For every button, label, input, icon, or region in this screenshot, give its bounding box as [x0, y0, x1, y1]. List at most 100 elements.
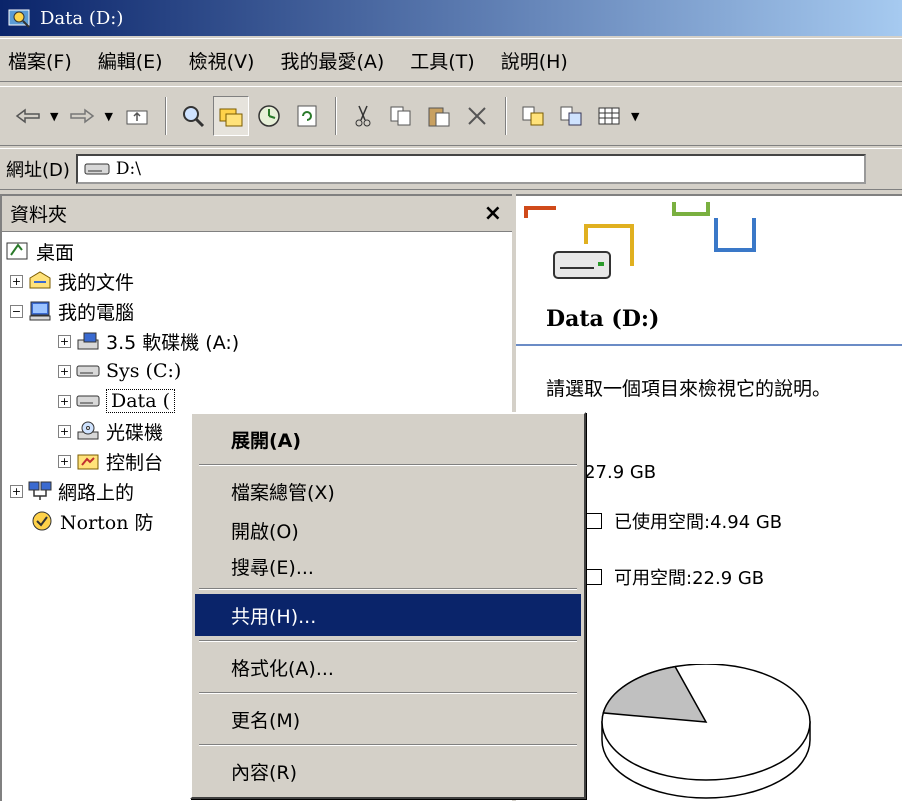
menu-item-explore[interactable]: 檔案總管(X) — [195, 470, 581, 512]
explorer-window-icon — [8, 7, 32, 29]
folders-pane-title: 資料夾 — [10, 204, 68, 226]
drive-title: Data (D:) — [546, 306, 660, 332]
move-to-icon — [522, 106, 544, 126]
menu-item-sharing[interactable]: 共用(H)... — [195, 594, 581, 636]
address-input[interactable]: D:\ — [75, 154, 866, 184]
forward-button[interactable] — [64, 96, 100, 136]
window-title: Data (D:) — [40, 7, 124, 29]
menu-separator — [199, 588, 577, 590]
toolbar-separator — [334, 97, 337, 135]
views-dropdown-icon[interactable]: ▼ — [631, 110, 639, 123]
views-button[interactable] — [591, 96, 627, 136]
tree-item-cdrom[interactable]: + 光碟機 — [58, 416, 163, 446]
copy-icon — [390, 106, 411, 126]
free-space-legend: 可用空間:22.9 GB — [586, 564, 764, 590]
search-button[interactable] — [175, 96, 211, 136]
folders-icon — [219, 108, 243, 127]
toolbar: ▼ ▼ ▼ — [0, 86, 902, 146]
expand-icon[interactable]: + — [58, 424, 71, 438]
used-space-text: 已使用空間:4.94 GB — [614, 512, 783, 533]
cut-icon — [355, 105, 371, 127]
menu-help[interactable]: 說明(H) — [501, 47, 568, 74]
menu-separator — [199, 692, 577, 694]
menu-item-properties[interactable]: 內容(R) — [195, 750, 581, 792]
tree-item-label: 桌面 — [36, 241, 75, 264]
cd-drive-icon — [77, 421, 99, 440]
delete-icon — [468, 107, 486, 125]
back-dropdown-icon[interactable]: ▼ — [50, 110, 58, 123]
collapse-icon[interactable]: − — [10, 304, 23, 318]
control-panel-icon — [77, 454, 99, 470]
my-computer-icon — [29, 301, 51, 321]
menu-item-expand[interactable]: 展開(A) — [195, 418, 581, 460]
up-folder-icon — [126, 110, 148, 125]
drive-icon — [84, 163, 110, 175]
menu-item-rename[interactable]: 更名(M) — [195, 698, 581, 740]
tree-item-sys-drive[interactable]: + Sys (C:) — [58, 356, 181, 386]
refresh-button[interactable] — [289, 96, 325, 136]
expand-icon[interactable]: + — [10, 274, 23, 288]
folder-banner-graphic — [524, 202, 756, 279]
back-button[interactable] — [10, 96, 46, 136]
floppy-drive-icon — [77, 332, 99, 350]
expand-icon[interactable]: + — [58, 454, 71, 468]
views-icon — [598, 107, 620, 125]
menu-tools[interactable]: 工具(T) — [410, 47, 474, 74]
tree-item-label: 控制台 — [106, 451, 164, 474]
address-bar: 網址(D) D:\ — [0, 148, 902, 190]
tree-item-control-panel[interactable]: + 控制台 — [58, 446, 163, 476]
menu-item-open[interactable]: 開啟(O) — [195, 512, 581, 548]
history-icon — [258, 105, 280, 127]
menu-favorites[interactable]: 我的最愛(A) — [280, 47, 384, 74]
refresh-icon — [297, 105, 317, 127]
tree-item-label: 我的電腦 — [58, 301, 135, 324]
delete-button[interactable] — [459, 96, 495, 136]
menu-edit[interactable]: 編輯(E) — [98, 47, 163, 74]
title-bar: Data (D:) — [0, 0, 902, 36]
used-swatch — [586, 513, 602, 529]
move-to-button[interactable] — [515, 96, 551, 136]
expand-icon[interactable]: + — [58, 394, 71, 408]
help-hint-text: 請選取一個項目來檢視它的說明。 — [546, 378, 832, 400]
history-button[interactable] — [251, 96, 287, 136]
tree-item-floppy[interactable]: + 3.5 軟碟機 (A:) — [58, 326, 239, 356]
paste-icon — [428, 107, 450, 127]
expand-icon[interactable]: + — [58, 364, 71, 378]
address-label: 網址(D) — [6, 160, 70, 181]
folders-button[interactable] — [212, 96, 249, 136]
cut-button[interactable] — [345, 96, 381, 136]
desktop-icon — [6, 242, 28, 260]
tree-item-label: 我的文件 — [58, 271, 135, 294]
tree-item-norton[interactable]: Norton 防 — [30, 506, 154, 536]
menu-item-search[interactable]: 搜尋(E)... — [195, 548, 581, 584]
menu-item-format[interactable]: 格式化(A)... — [195, 646, 581, 688]
tree-item-network[interactable]: + 網路上的 — [10, 476, 134, 506]
back-icon — [15, 108, 40, 124]
tree-item-my-documents[interactable]: + 我的文件 — [10, 266, 134, 296]
drive-icon — [76, 365, 100, 377]
close-icon[interactable]: × — [484, 201, 502, 226]
menu-separator — [199, 744, 577, 746]
free-space-text: 可用空間:22.9 GB — [614, 568, 765, 589]
menu-separator — [199, 640, 577, 642]
menu-view[interactable]: 檢視(V) — [189, 47, 255, 74]
search-icon — [182, 106, 204, 128]
tree-item-desktop[interactable]: 桌面 — [6, 236, 74, 266]
paste-button[interactable] — [421, 96, 457, 136]
tree-item-data-drive[interactable]: + Data ( — [58, 386, 175, 416]
copy-button[interactable] — [383, 96, 419, 136]
tree-item-my-computer[interactable]: − 我的電腦 — [10, 296, 134, 326]
menu-file[interactable]: 檔案(F) — [8, 47, 72, 74]
network-icon — [28, 481, 52, 500]
forward-icon — [70, 108, 95, 124]
toolbar-separator — [164, 97, 167, 135]
title-divider — [516, 344, 902, 346]
up-button[interactable] — [119, 96, 155, 136]
context-menu: 展開(A) 檔案總管(X) 開啟(O) 搜尋(E)... 共用(H)... 格式… — [190, 412, 586, 799]
expand-icon[interactable]: + — [10, 484, 23, 498]
expand-icon[interactable]: + — [58, 334, 71, 348]
folders-pane-header: 資料夾 × — [2, 196, 512, 232]
copy-to-icon — [560, 106, 582, 126]
forward-dropdown-icon[interactable]: ▼ — [104, 110, 112, 123]
copy-to-button[interactable] — [553, 96, 589, 136]
